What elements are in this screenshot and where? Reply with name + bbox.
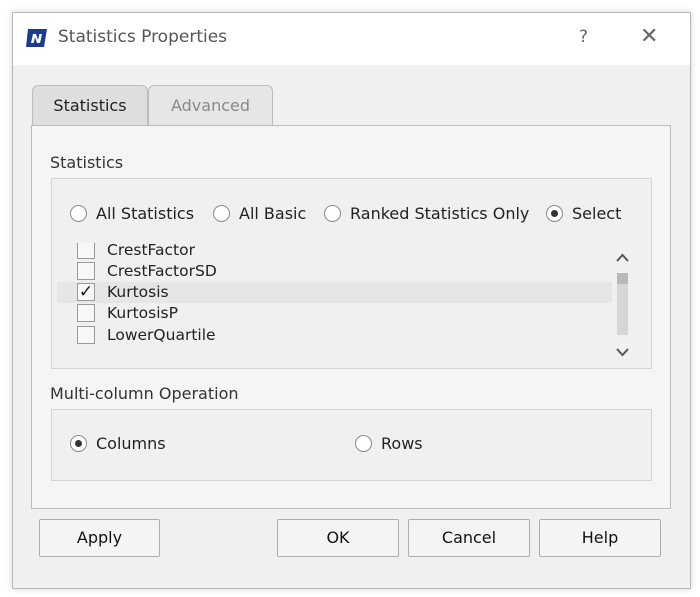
radio-label: All Statistics: [96, 204, 195, 223]
list-item-label: LowerQuartile: [107, 326, 216, 344]
list-item-kurtosis[interactable]: ✓ Kurtosis: [57, 282, 612, 303]
radio-all-statistics[interactable]: All Statistics: [70, 204, 194, 223]
radio-all-basic[interactable]: All Basic: [213, 204, 306, 223]
app-logo-icon: [26, 29, 47, 47]
scroll-down-icon[interactable]: [614, 345, 631, 359]
list-item-kurtosisp[interactable]: KurtosisP: [57, 303, 612, 324]
radio-columns[interactable]: Columns: [70, 434, 166, 453]
statistics-list[interactable]: CrestFactor CrestFactorSD ✓ Kurtosis Kur…: [57, 243, 612, 361]
statistics-properties-dialog: Statistics Properties ? ✕ Statistics Adv…: [12, 12, 691, 589]
help-icon[interactable]: ?: [579, 27, 588, 47]
checkbox-checked[interactable]: ✓: [77, 283, 95, 301]
tab-statistics[interactable]: Statistics: [32, 85, 148, 125]
radio-circle: [324, 205, 341, 222]
list-item-crestfactor[interactable]: CrestFactor: [57, 243, 612, 261]
radio-label: Columns: [96, 434, 166, 453]
radio-label: Ranked Statistics Only: [350, 204, 530, 223]
checkbox[interactable]: [77, 243, 95, 259]
checkbox[interactable]: [77, 326, 95, 344]
title-bar: Statistics Properties ? ✕: [13, 13, 690, 65]
close-icon[interactable]: ✕: [640, 24, 658, 50]
radio-label: Select: [572, 204, 622, 223]
apply-button[interactable]: Apply: [39, 519, 160, 557]
list-item-label: KurtosisP: [107, 304, 178, 322]
list-scrollbar[interactable]: [614, 251, 631, 359]
radio-ranked-statistics-only[interactable]: Ranked Statistics Only: [324, 204, 529, 223]
checkbox[interactable]: [77, 304, 95, 322]
cancel-button[interactable]: Cancel: [408, 519, 530, 557]
scroll-up-icon[interactable]: [614, 251, 631, 265]
window-title: Statistics Properties: [58, 27, 228, 47]
multi-column-section-label: Multi-column Operation: [50, 384, 239, 403]
list-item-crestfactorsd[interactable]: CrestFactorSD: [57, 261, 612, 282]
list-item-lowerquartile[interactable]: LowerQuartile: [57, 325, 612, 346]
radio-label: All Basic: [239, 204, 307, 223]
list-item-label: Kurtosis: [107, 283, 169, 301]
radio-circle: [213, 205, 230, 222]
radio-circle: [355, 435, 372, 452]
help-button[interactable]: Help: [539, 519, 661, 557]
checkbox[interactable]: [77, 262, 95, 280]
radio-rows[interactable]: Rows: [355, 434, 423, 453]
scroll-thumb[interactable]: [617, 273, 628, 284]
radio-circle-selected: [70, 435, 87, 452]
statistics-section-label: Statistics: [50, 153, 124, 172]
list-item-label: CrestFactorSD: [107, 262, 217, 280]
radio-label: Rows: [381, 434, 423, 453]
radio-circle-selected: [546, 205, 563, 222]
radio-select[interactable]: Select: [546, 204, 621, 223]
list-item-label: CrestFactor: [107, 243, 195, 259]
tab-advanced[interactable]: Advanced: [148, 85, 273, 125]
ok-button[interactable]: OK: [277, 519, 399, 557]
radio-circle: [70, 205, 87, 222]
